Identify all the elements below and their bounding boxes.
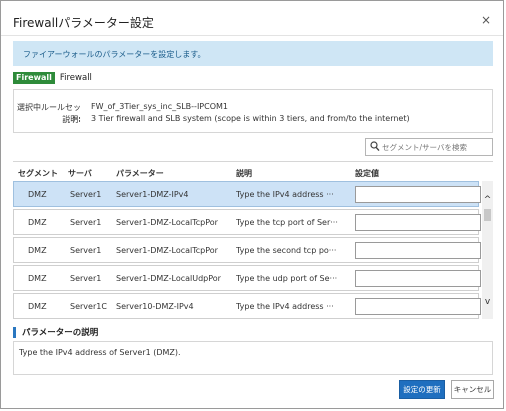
cell-server: Server1 — [70, 274, 102, 283]
cell-segment: DMZ — [28, 302, 47, 311]
param-description-title: パラメーターの説明 — [22, 328, 99, 338]
cell-parameter: Server1-DMZ-IPv4 — [116, 190, 189, 199]
ruleset-desc-value: 3 Tier firewall and SLB system (scope is… — [91, 114, 410, 123]
info-banner: ファイアーウォールのパラメーターを設定します。 — [13, 41, 493, 66]
cell-parameter: Server1-DMZ-LocalTcpPor — [116, 218, 218, 227]
cell-server: Server1 — [70, 190, 102, 199]
table-row[interactable]: DMZ Server1C Server10-DMZ-IPv4 Type the … — [13, 293, 481, 319]
cell-description: Type the udp port of Se··· — [236, 274, 338, 283]
search-input[interactable] — [382, 140, 490, 154]
cell-segment: DMZ — [28, 218, 47, 227]
value-input[interactable] — [355, 186, 481, 203]
cell-server: Server1 — [70, 246, 102, 255]
value-input[interactable] — [355, 242, 481, 259]
firewall-name: Firewall — [59, 73, 92, 83]
cell-description: Type the IPv4 address ··· — [236, 190, 334, 199]
cell-description: Type the second tcp po··· — [236, 246, 337, 255]
header-description: 説明 — [236, 169, 252, 178]
table-row[interactable]: DMZ Server1 Server1-DMZ-LocalTcpPor Type… — [13, 237, 481, 263]
firewall-badge: Firewall — [13, 72, 55, 84]
cell-parameter: Server1-DMZ-LocalTcpPor — [116, 246, 218, 255]
update-settings-button[interactable]: 設定の更新 — [399, 380, 445, 399]
ruleset-desc-label: 説明: — [62, 115, 81, 124]
close-icon[interactable]: × — [481, 13, 491, 27]
header-parameter: パラメーター — [116, 169, 164, 178]
title-divider — [1, 35, 503, 36]
table-row[interactable]: DMZ Server1 Server1-DMZ-LocalTcpPor Type… — [13, 209, 481, 235]
value-input[interactable] — [355, 270, 481, 287]
cell-segment: DMZ — [28, 274, 47, 283]
table-scrollbar[interactable]: ^ v — [482, 181, 493, 319]
parameter-table: セグメント サーバ パラメーター 説明 設定値 DMZ Server1 Serv… — [13, 161, 493, 319]
header-value: 設定値 — [355, 169, 379, 178]
cell-server: Server1 — [70, 218, 102, 227]
cell-parameter: Server10-DMZ-IPv4 — [116, 302, 194, 311]
table-header: セグメント サーバ パラメーター 説明 設定値 — [13, 162, 493, 181]
cell-segment: DMZ — [28, 190, 47, 199]
cancel-button[interactable]: キャンセル — [451, 380, 494, 399]
firewall-row: Firewall Firewall — [13, 72, 92, 84]
search-box[interactable] — [365, 138, 493, 156]
ruleset-desc-row: 説明: 3 Tier firewall and SLB system (scop… — [14, 114, 410, 125]
cell-segment: DMZ — [28, 246, 47, 255]
header-segment: セグメント — [18, 169, 58, 178]
cell-server: Server1C — [70, 302, 107, 311]
firewall-parameter-dialog: Firewallパラメーター設定 × ファイアーウォールのパラメーターを設定しま… — [0, 0, 504, 409]
param-description-header: パラメーターの説明 — [13, 326, 98, 338]
cell-parameter: Server1-DMZ-LocalUdpPor — [116, 274, 221, 283]
scrollbar-thumb[interactable] — [484, 209, 491, 221]
section-accent-bar — [13, 326, 16, 338]
param-description-box: Type the IPv4 address of Server1 (DMZ). — [13, 341, 493, 375]
chevron-up-icon[interactable]: ^ — [482, 195, 493, 205]
dialog-title: Firewallパラメーター設定 — [13, 16, 154, 30]
value-input[interactable] — [355, 298, 481, 315]
search-icon — [370, 141, 380, 154]
table-row[interactable]: DMZ Server1 Server1-DMZ-LocalUdpPor Type… — [13, 265, 481, 291]
table-row[interactable]: DMZ Server1 Server1-DMZ-IPv4 Type the IP… — [13, 181, 481, 207]
cell-description: Type the IPv4 address ··· — [236, 302, 334, 311]
header-server: サーバ — [68, 169, 92, 178]
cell-description: Type the tcp port of Ser··· — [236, 218, 338, 227]
ruleset-panel: 選択中ルールセット: FW_of_3Tier_sys_inc_SLB--IPCO… — [13, 89, 493, 133]
chevron-down-icon[interactable]: v — [482, 297, 493, 307]
value-input[interactable] — [355, 214, 481, 231]
